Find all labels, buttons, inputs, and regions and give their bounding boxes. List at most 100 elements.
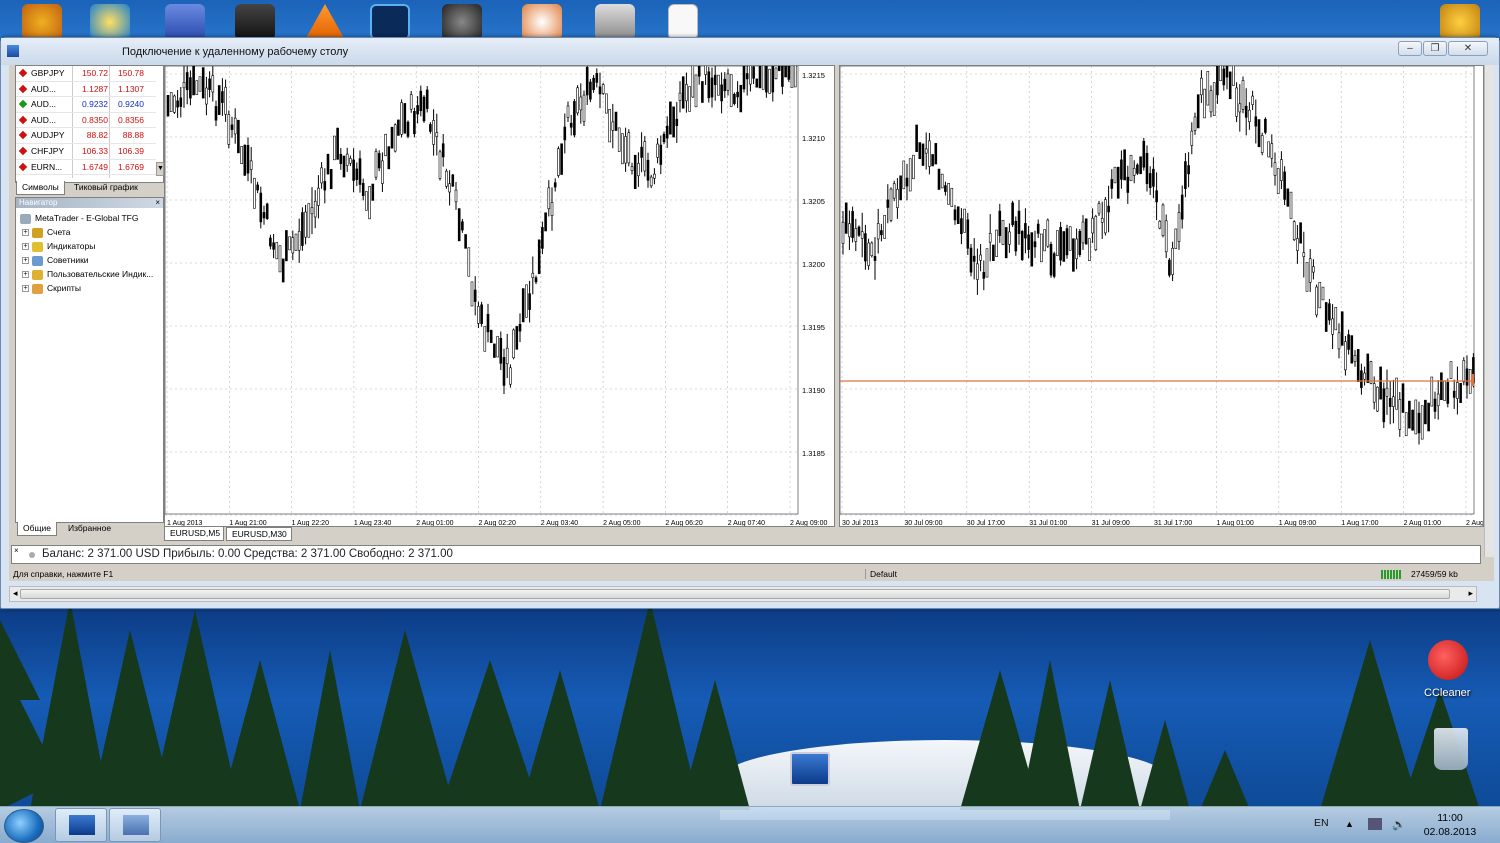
globe-icon[interactable] bbox=[1440, 4, 1480, 40]
remote-desktop-icon bbox=[69, 815, 95, 835]
chart-eurusd-m5[interactable]: 1.3215 1.3210 1.3205 1.3200 1.3195 1.3190 1.31… bbox=[164, 65, 835, 527]
candle bbox=[371, 183, 375, 201]
taskbar-book-button[interactable] bbox=[109, 808, 161, 842]
start-button[interactable] bbox=[4, 809, 44, 843]
photoshop-icon[interactable] bbox=[370, 4, 410, 40]
minimize-button[interactable]: – bbox=[1398, 41, 1422, 56]
navigator-item-scripts[interactable]: + Скрипты bbox=[22, 283, 81, 294]
expand-icon[interactable]: + bbox=[22, 243, 29, 251]
candle bbox=[1401, 383, 1405, 413]
candle bbox=[1235, 82, 1238, 123]
tab-common[interactable]: Общие bbox=[17, 522, 57, 536]
candle bbox=[1014, 216, 1018, 256]
expand-icon[interactable]: + bbox=[22, 271, 29, 279]
arrow-down-icon bbox=[18, 68, 28, 78]
candle bbox=[1324, 302, 1328, 332]
expand-icon[interactable]: + bbox=[22, 285, 29, 293]
navigator-item-custom-indicators[interactable]: + Пользовательские Индик... bbox=[22, 269, 153, 280]
candle bbox=[844, 202, 848, 234]
document-icon[interactable] bbox=[668, 4, 698, 40]
candle bbox=[617, 127, 621, 152]
volume-icon[interactable]: 🔈 bbox=[1392, 818, 1406, 831]
market-watch-row[interactable]: AUD... 1.1287 1.1307 bbox=[16, 82, 156, 98]
candle bbox=[1174, 228, 1178, 249]
chart-eurusd-m30[interactable]: 30 Jul 2013 30 Jul 09:00 30 Jul 17:00 31 Ju… bbox=[839, 65, 1484, 527]
candle bbox=[1414, 399, 1418, 435]
expand-icon[interactable]: + bbox=[22, 257, 29, 265]
horizontal-scrollbar[interactable]: ◂ ▸ bbox=[9, 586, 1477, 602]
scanner-icon[interactable] bbox=[595, 4, 635, 40]
time-axis-label: 1 Aug 09:00 bbox=[1279, 520, 1316, 527]
expand-icon[interactable]: + bbox=[22, 229, 29, 237]
candle bbox=[470, 281, 474, 307]
market-watch-row[interactable]: AUD... 0.9232 0.9240 bbox=[16, 97, 156, 113]
maximize-button[interactable]: ❐ bbox=[1423, 41, 1447, 56]
candle bbox=[1062, 231, 1066, 262]
language-indicator[interactable]: EN bbox=[1314, 817, 1329, 829]
scroll-down-icon[interactable]: ▼ bbox=[156, 162, 164, 176]
video-player-icon[interactable] bbox=[165, 4, 205, 40]
time-axis-label: 1 Aug 23:40 bbox=[354, 520, 391, 527]
ccleaner-icon[interactable] bbox=[1428, 640, 1468, 680]
price-chart-m5[interactable]: 1.3215 1.3210 1.3205 1.3200 1.3195 1.3190 1.31… bbox=[165, 66, 835, 527]
market-watch-row[interactable]: GBPJPY 150.72 150.78 bbox=[16, 66, 156, 82]
status-profile: Default bbox=[865, 569, 897, 579]
close-icon[interactable]: × bbox=[155, 198, 160, 208]
avast-icon[interactable] bbox=[22, 4, 62, 40]
tab-chart-eurusd-m5[interactable]: EURUSD,M5 bbox=[164, 527, 224, 541]
vertical-scrollbar[interactable] bbox=[1484, 65, 1494, 557]
close-button[interactable]: ✕ bbox=[1448, 41, 1488, 56]
media-classic-icon[interactable] bbox=[235, 4, 275, 40]
tab-tick-chart[interactable]: Тиковый график bbox=[69, 181, 143, 195]
tab-symbols[interactable]: Символы bbox=[16, 181, 65, 195]
remote-desktop-shortcut-icon[interactable] bbox=[790, 752, 830, 786]
candle bbox=[1049, 241, 1053, 278]
scroll-thumb[interactable] bbox=[20, 589, 1450, 599]
navigator-panel: Навигатор × MetaTrader - E-Global TFG + С… bbox=[15, 197, 164, 523]
time-axis-label: 2 Aug 01:00 bbox=[1404, 520, 1441, 527]
clock[interactable]: 11:00 02.08.2013 bbox=[1410, 811, 1490, 839]
price-chart-m30[interactable]: 30 Jul 2013 30 Jul 09:00 30 Jul 17:00 31 Ju… bbox=[840, 66, 1484, 527]
terminal-panel: × Баланс: 2 371.00 USD Прибыль: 0.00 Сре… bbox=[11, 545, 1481, 564]
scroll-right-icon[interactable]: ▸ bbox=[1468, 588, 1473, 599]
navigator-item-experts[interactable]: + Советники bbox=[22, 255, 89, 266]
tray-expand-icon[interactable]: ▲ bbox=[1345, 819, 1354, 829]
candle bbox=[950, 187, 954, 207]
candle bbox=[758, 66, 762, 89]
navigator-root[interactable]: MetaTrader - E-Global TFG bbox=[20, 213, 138, 224]
navigator-item-accounts[interactable]: + Счета bbox=[22, 227, 70, 238]
media-player-icon[interactable] bbox=[90, 4, 130, 40]
time-axis-label: 1 Aug 2013 bbox=[167, 520, 203, 527]
candle bbox=[777, 66, 781, 72]
candle bbox=[793, 66, 797, 88]
candle bbox=[1164, 214, 1168, 259]
price-axis-label: 1.3200 bbox=[802, 260, 825, 269]
close-icon[interactable]: × bbox=[14, 546, 19, 555]
candle bbox=[1072, 238, 1075, 272]
market-watch-row[interactable]: AUD... 0.8350 0.8356 bbox=[16, 113, 156, 129]
market-watch-row[interactable]: EURN... 1.6749 1.6769 bbox=[16, 160, 156, 176]
network-icon[interactable] bbox=[1368, 818, 1382, 830]
candle bbox=[425, 86, 429, 113]
candle bbox=[169, 92, 173, 112]
connection-bars-icon bbox=[1381, 570, 1401, 579]
market-watch-row[interactable]: CHFJPY 106.33 106.39 bbox=[16, 144, 156, 160]
taskbar-remote-desktop-button[interactable] bbox=[55, 808, 107, 842]
recycle-bin-icon[interactable] bbox=[1434, 728, 1468, 770]
candle bbox=[544, 212, 547, 232]
tab-chart-eurusd-m30[interactable]: EURUSD,M30 bbox=[226, 527, 292, 541]
market-watch-row[interactable]: AUDJPY 88.82 88.88 bbox=[16, 128, 156, 144]
terminal-icon bbox=[20, 213, 31, 224]
vlc-icon[interactable] bbox=[305, 4, 345, 40]
camera-icon[interactable] bbox=[442, 4, 482, 40]
scroll-left-icon[interactable]: ◂ bbox=[13, 588, 18, 599]
candle bbox=[1440, 372, 1443, 401]
candle bbox=[217, 85, 221, 115]
ccleaner-label: CCleaner bbox=[1424, 687, 1471, 699]
candle bbox=[1123, 149, 1126, 181]
navigator-item-indicators[interactable]: + Индикаторы bbox=[22, 241, 95, 252]
media-burner-icon[interactable] bbox=[522, 4, 562, 40]
tab-favorites[interactable]: Избранное bbox=[63, 522, 116, 536]
candle bbox=[787, 66, 791, 82]
candle bbox=[496, 336, 499, 358]
